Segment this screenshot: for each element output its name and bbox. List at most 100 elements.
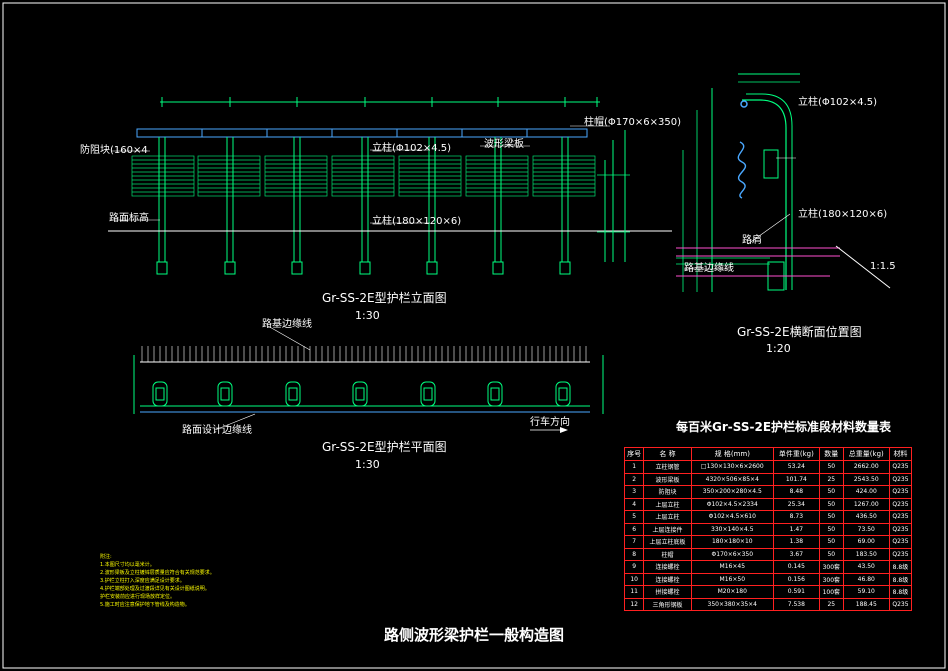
table-cell: 6 — [623, 522, 645, 536]
table-cell: 三角形钢板 — [643, 597, 692, 611]
cap-label: 柱帽(Φ170×6×350) — [584, 117, 681, 128]
plan-scale: 1:30 — [355, 458, 380, 471]
table-cell: 350×380×35×4 — [690, 597, 774, 611]
table-cell: 350×200×280×4.5 — [690, 485, 774, 499]
section-post-lower-label: 立柱(180×120×6) — [798, 209, 888, 220]
table-cell: 2 — [623, 472, 645, 486]
drawing-title: 路侧波形梁护栏一般构造图 — [383, 626, 564, 644]
table-cell: 防阻块 — [643, 485, 692, 499]
table-cell: 25.34 — [772, 497, 820, 511]
table-row: 3 防阻块 350×200×280×4.5 8.48 50 424.00 Q235 — [623, 485, 913, 499]
table-cell: Q235 — [888, 535, 913, 549]
table-cell: 波形梁板 — [643, 472, 692, 486]
table-cell: 8.48 — [772, 485, 820, 499]
table-cell: 上层立柱 — [643, 497, 692, 511]
table-cell: 柱帽 — [643, 547, 692, 561]
note-item: 2.波形梁板及立柱镀锌层质量应符合有关规范要求。 — [100, 570, 215, 576]
table-cell: Q235 — [888, 460, 913, 474]
table-header-cell: 数量 — [818, 447, 844, 461]
table-cell: 3.67 — [772, 547, 820, 561]
table-row: 4 上层立柱 Φ102×4.5×2334 25.34 50 1267.00 Q235 — [623, 497, 913, 511]
table-row: 6 上层连接件 330×140×4.5 1.47 50 73.50 Q235 — [623, 522, 913, 536]
note-item: 5.施工时应注意保护地下管线及构造物。 — [100, 602, 190, 608]
table-cell: 立柱钢管 — [643, 460, 692, 474]
table-cell: 50 — [818, 460, 844, 474]
anti-block-label: 防阻块(160×4 — [80, 145, 148, 156]
section-scale: 1:20 — [766, 342, 791, 355]
table-cell: 11 — [623, 585, 645, 599]
table-cell: Q235 — [888, 522, 913, 536]
shoulder-label: 路肩 — [742, 235, 762, 246]
table-cell: 7 — [623, 535, 645, 549]
note-item: 3.护栏立柱打入深度应满足设计要求。 — [100, 578, 185, 584]
table-cell: 300套 — [818, 560, 844, 574]
table-cell: 2662.00 — [842, 460, 890, 474]
table-cell: 50 — [818, 485, 844, 499]
table-cell: 4 — [623, 497, 645, 511]
table-cell: 0.156 — [772, 572, 820, 586]
table-cell: 5 — [623, 510, 645, 524]
cad-drawing: 防阻块(160×4 路面标高 立柱(Φ102×4.5) 波形梁板 柱帽(Φ170… — [0, 0, 948, 671]
table-cell: 1.47 — [772, 522, 820, 536]
table-header-cell: 单件重(kg) — [772, 447, 820, 461]
table-cell: 8 — [623, 547, 645, 561]
table-cell: 300套 — [818, 572, 844, 586]
table-cell: 拼接螺栓 — [643, 585, 692, 599]
table-cell: 424.00 — [842, 485, 890, 499]
table-cell: 上层连接件 — [643, 522, 692, 536]
table-cell: 330×140×4.5 — [690, 522, 774, 536]
table-cell: 73.50 — [842, 522, 890, 536]
post-upper-label: 立柱(Φ102×4.5) — [372, 143, 452, 154]
table-cell: Q235 — [888, 510, 913, 524]
table-row: 12 三角形钢板 350×380×35×4 7.538 25 188.45 Q235 — [623, 597, 913, 611]
table-cell: 101.74 — [772, 472, 820, 486]
table-cell: 9 — [623, 560, 645, 574]
direction-label: 行车方向 — [530, 417, 570, 428]
table-cell: 2543.50 — [842, 472, 890, 486]
table-header-cell: 名 称 — [643, 447, 692, 461]
table-cell: 4320×506×85×4 — [690, 472, 774, 486]
section-title: Gr-SS-2E横断面位置图 — [737, 325, 862, 339]
table-cell: 1 — [623, 460, 645, 474]
table-header-row: 序号名 称规 格(mm) 单件重(kg) 数量 总重量(kg) 材料 — [623, 447, 913, 461]
table-cell: 183.50 — [842, 547, 890, 561]
table-cell: 连接螺栓 — [643, 560, 692, 574]
table-cell: 50 — [818, 510, 844, 524]
table-row: 5 上层立柱 Φ102×4.5×610 8.73 50 436.50 Q235 — [623, 510, 913, 524]
post-lower-label: 立柱(180×120×6) — [372, 216, 462, 227]
plan-top-label: 路基边缘线 — [262, 319, 312, 330]
elevation-title: Gr-SS-2E型护栏立面图 — [322, 291, 447, 305]
table-cell: 53.24 — [772, 460, 820, 474]
table-cell: 7.538 — [772, 597, 820, 611]
table-cell: 180×180×10 — [690, 535, 774, 549]
table-cell: Φ170×6×350 — [690, 547, 774, 561]
table-cell: 59.10 — [842, 585, 890, 599]
table-cell: Q235 — [888, 497, 913, 511]
table-row: 7 上层立柱底板 180×180×10 1.38 50 69.00 Q235 — [623, 535, 913, 549]
note-item: 护栏安装前应进行现场放样定位。 — [100, 594, 176, 600]
table-cell: M16×45 — [690, 560, 774, 574]
table-header-cell: 总重量(kg) — [842, 447, 890, 461]
table-cell: 46.80 — [842, 572, 890, 586]
table-cell: 25 — [818, 472, 844, 486]
plan-bottom-label: 路面设计边缘线 — [182, 425, 252, 436]
table-cell: 1267.00 — [842, 497, 890, 511]
table-row: 8 柱帽 Φ170×6×350 3.67 50 183.50 Q235 — [623, 547, 913, 561]
beam-plate-label: 波形梁板 — [484, 139, 524, 150]
table-cell: 12 — [623, 597, 645, 611]
table-header-cell: 规 格(mm) — [690, 447, 774, 461]
slope-label: 1:1.5 — [870, 261, 896, 272]
table-cell: 上层立柱 — [643, 510, 692, 524]
table-cell: 0.145 — [772, 560, 820, 574]
table-cell: 连接螺栓 — [643, 572, 692, 586]
table-cell: 10 — [623, 572, 645, 586]
notes-block: 附注: 1.本图尺寸均以毫米计。 2.波形梁板及立柱镀锌层质量应符合有关规范要求… — [100, 553, 215, 609]
table-cell: 50 — [818, 522, 844, 536]
table-cell: 0.591 — [772, 585, 820, 599]
note-item: 4.护栏端部处理及过渡段详见有关设计图纸说明。 — [100, 586, 210, 592]
table-cell: 43.50 — [842, 560, 890, 574]
table-cell: 上层立柱底板 — [643, 535, 692, 549]
table-cell: Q235 — [888, 485, 913, 499]
note-item: 1.本图尺寸均以毫米计。 — [100, 562, 155, 568]
table-cell: 25 — [818, 597, 844, 611]
